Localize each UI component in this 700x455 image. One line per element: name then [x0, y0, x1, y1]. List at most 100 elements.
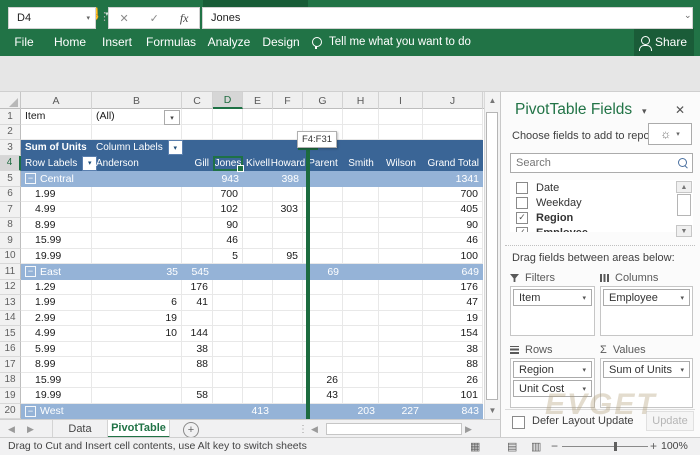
- zoom-in-icon[interactable]: +: [650, 437, 657, 455]
- field-checkbox[interactable]: [516, 197, 528, 209]
- field-item-region[interactable]: ✓Region: [510, 210, 677, 225]
- row-header-1[interactable]: 1: [0, 109, 21, 125]
- column-header-C[interactable]: C: [182, 92, 213, 109]
- formula-input[interactable]: Jones: [202, 7, 693, 29]
- cell-A16[interactable]: 5.99: [21, 342, 92, 358]
- cell-I12[interactable]: [379, 280, 423, 296]
- column-header-I[interactable]: I: [379, 92, 423, 109]
- cell-D20[interactable]: [213, 404, 243, 420]
- field-chip-item[interactable]: Item▾: [513, 289, 592, 306]
- field-chip-employee[interactable]: Employee▾: [603, 289, 690, 306]
- pane-close-icon[interactable]: ✕: [675, 103, 685, 117]
- cell-J15[interactable]: 154: [423, 326, 483, 342]
- chip-dropdown-icon[interactable]: ▾: [582, 385, 586, 393]
- row-header-18[interactable]: 18: [0, 373, 21, 389]
- cell-J6[interactable]: 700: [423, 187, 483, 203]
- cell-J11[interactable]: 649: [423, 264, 483, 280]
- cell-D13[interactable]: [213, 295, 243, 311]
- cell-H15[interactable]: [343, 326, 379, 342]
- cell-C1[interactable]: [182, 109, 213, 125]
- cell-E1[interactable]: [243, 109, 273, 125]
- row-header-16[interactable]: 16: [0, 342, 21, 358]
- cell-J10[interactable]: 100: [423, 249, 483, 265]
- cell-D11[interactable]: [213, 264, 243, 280]
- cell-I6[interactable]: [379, 187, 423, 203]
- cell-C14[interactable]: [182, 311, 213, 327]
- view-page-layout-icon[interactable]: ▤: [507, 437, 517, 455]
- cell-C13[interactable]: 41: [182, 295, 213, 311]
- chip-dropdown-icon[interactable]: ▾: [582, 294, 586, 302]
- share-button[interactable]: Share: [634, 28, 694, 56]
- cell-F15[interactable]: [273, 326, 303, 342]
- cell-B3[interactable]: Column Labels▾: [92, 140, 182, 156]
- field-list-scroll-down-icon[interactable]: ▼: [676, 225, 692, 237]
- cell-E8[interactable]: [243, 218, 273, 234]
- cell-J4[interactable]: Grand Total: [423, 156, 483, 172]
- row-header-12[interactable]: 12: [0, 280, 21, 296]
- cell-B10[interactable]: [92, 249, 182, 265]
- chip-dropdown-icon[interactable]: ▾: [680, 366, 684, 374]
- cell-B19[interactable]: [92, 388, 182, 404]
- cell-J2[interactable]: [423, 125, 483, 141]
- name-box[interactable]: D4 ▾: [8, 7, 96, 29]
- cell-A19[interactable]: 19.99: [21, 388, 92, 404]
- tools-button[interactable]: ☼ ▾: [648, 123, 692, 145]
- cell-D2[interactable]: [213, 125, 243, 141]
- cell-C15[interactable]: 144: [182, 326, 213, 342]
- cell-D19[interactable]: [213, 388, 243, 404]
- chip-dropdown-icon[interactable]: ▾: [680, 294, 684, 302]
- row-header-19[interactable]: 19: [0, 388, 21, 404]
- cell-A4[interactable]: Row Labels▾: [21, 156, 92, 172]
- cell-A10[interactable]: 19.99: [21, 249, 92, 265]
- cell-C19[interactable]: 58: [182, 388, 213, 404]
- ribbon-tab-file[interactable]: File: [14, 28, 33, 56]
- cell-B12[interactable]: [92, 280, 182, 296]
- cell-A14[interactable]: 2.99: [21, 311, 92, 327]
- cell-E15[interactable]: [243, 326, 273, 342]
- row-header-10[interactable]: 10: [0, 249, 21, 265]
- cell-J19[interactable]: 101: [423, 388, 483, 404]
- cell-I7[interactable]: [379, 202, 423, 218]
- cell-D17[interactable]: [213, 357, 243, 373]
- field-chip-region[interactable]: Region▾: [513, 361, 592, 378]
- column-header-D[interactable]: D: [213, 92, 243, 109]
- cell-I8[interactable]: [379, 218, 423, 234]
- hscroll-right-icon[interactable]: ▶: [465, 420, 472, 438]
- cell-H12[interactable]: [343, 280, 379, 296]
- cell-I10[interactable]: [379, 249, 423, 265]
- chip-dropdown-icon[interactable]: ▾: [582, 366, 586, 374]
- cell-D15[interactable]: [213, 326, 243, 342]
- cell-I2[interactable]: [379, 125, 423, 141]
- cell-H20[interactable]: 203: [343, 404, 379, 420]
- row-header-14[interactable]: 14: [0, 311, 21, 327]
- cell-E9[interactable]: [243, 233, 273, 249]
- expand-formula-bar-icon[interactable]: ⌄: [684, 10, 692, 21]
- new-sheet-icon[interactable]: +: [183, 422, 199, 438]
- row-header-11[interactable]: 11: [0, 264, 21, 280]
- cell-F10[interactable]: 95: [273, 249, 303, 265]
- row-header-8[interactable]: 8: [0, 218, 21, 234]
- cell-C17[interactable]: 88: [182, 357, 213, 373]
- cell-C4[interactable]: Gill: [182, 156, 213, 172]
- tell-me-box[interactable]: Tell me what you want to do: [312, 28, 471, 56]
- cell-A8[interactable]: 8.99: [21, 218, 92, 234]
- cell-J16[interactable]: 38: [423, 342, 483, 358]
- cell-D6[interactable]: 700: [213, 187, 243, 203]
- cell-C11[interactable]: 545: [182, 264, 213, 280]
- cell-E17[interactable]: [243, 357, 273, 373]
- cell-C6[interactable]: [182, 187, 213, 203]
- cell-A11[interactable]: −East: [21, 264, 92, 280]
- collapse-icon[interactable]: −: [25, 266, 36, 277]
- cell-A3[interactable]: Sum of Units: [21, 140, 92, 156]
- cell-B11[interactable]: 35: [92, 264, 182, 280]
- cell-B2[interactable]: [92, 125, 182, 141]
- cell-A18[interactable]: 15.99: [21, 373, 92, 389]
- field-item-weekday[interactable]: Weekday: [510, 195, 677, 210]
- cell-C8[interactable]: [182, 218, 213, 234]
- cell-E11[interactable]: [243, 264, 273, 280]
- cell-A15[interactable]: 4.99: [21, 326, 92, 342]
- cell-A17[interactable]: 8.99: [21, 357, 92, 373]
- cell-H6[interactable]: [343, 187, 379, 203]
- cell-F19[interactable]: [273, 388, 303, 404]
- area-box-columns[interactable]: Employee▾: [600, 286, 693, 336]
